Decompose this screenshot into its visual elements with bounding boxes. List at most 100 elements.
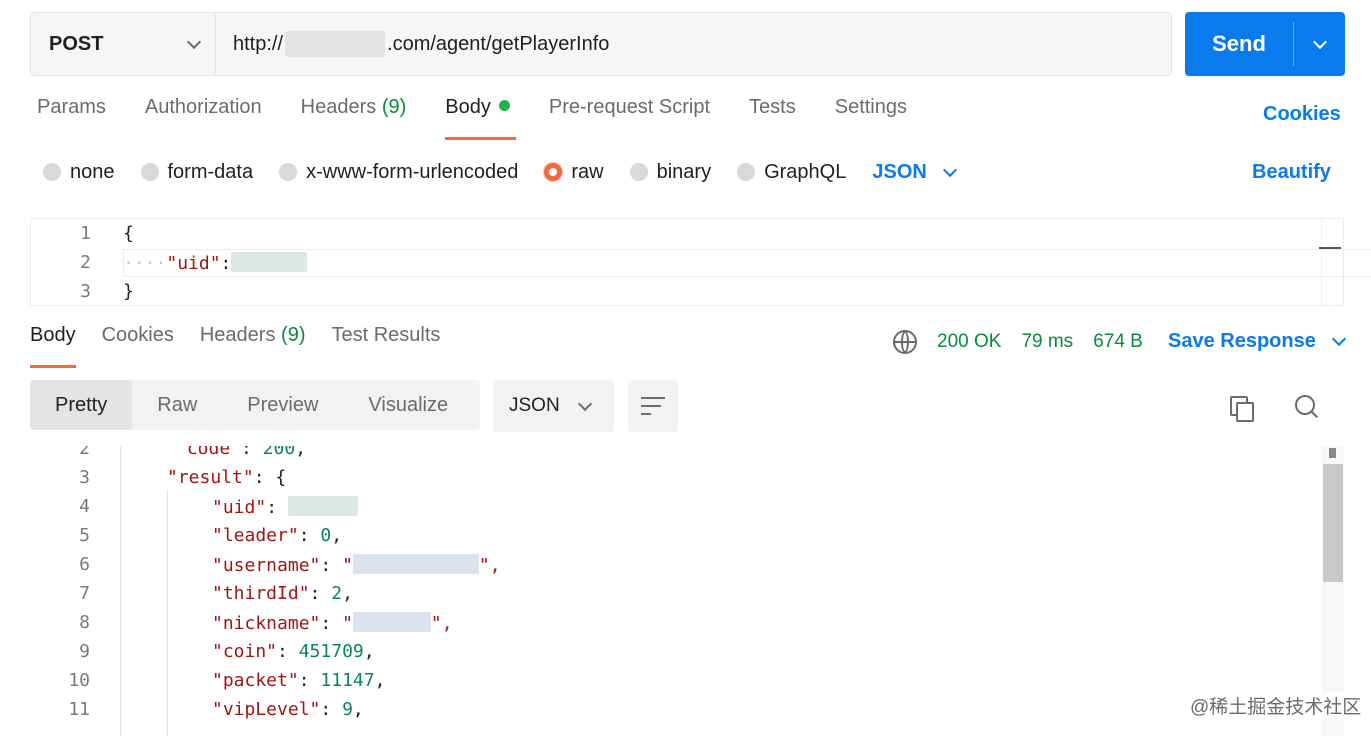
radio-graphql[interactable]: GraphQL — [737, 161, 846, 184]
json-value: { — [275, 467, 287, 488]
tab-authorization[interactable]: Authorization — [145, 96, 262, 140]
line-number: 3 — [80, 281, 91, 302]
line-code: "nickname": " ", — [212, 612, 453, 634]
line-number: 3 — [79, 467, 90, 488]
send-options-button[interactable] — [1294, 12, 1345, 76]
request-tabs: Params Authorization Headers (9) Body Pr… — [37, 96, 946, 140]
view-mode-group: Pretty Raw Preview Visualize — [30, 380, 480, 430]
chevron-down-icon — [577, 396, 593, 411]
scroll-thumb[interactable] — [1323, 464, 1343, 582]
body-status-dot — [498, 100, 510, 111]
wrap-lines-button[interactable] — [628, 380, 678, 432]
json-value: " — [342, 555, 353, 576]
watermark: @稀土掘金技术社区 — [1186, 692, 1366, 719]
url-input[interactable]: http:// .com/agent/getPlayerInfo — [216, 13, 1171, 75]
json-key: "vipLevel" — [212, 699, 321, 720]
json-tail: ", — [478, 555, 501, 576]
tab-params[interactable]: Params — [37, 96, 106, 140]
send-button-group: Send — [1185, 12, 1345, 76]
search-icon[interactable] — [1295, 395, 1319, 421]
chevron-down-icon — [1331, 331, 1346, 347]
body-language-select[interactable]: JSON — [872, 161, 957, 184]
tab-headers[interactable]: Headers (9) — [301, 96, 407, 140]
json-value: 11147 — [320, 670, 375, 691]
line-number: 2 — [80, 252, 91, 273]
view-pretty-button[interactable]: Pretty — [30, 380, 133, 430]
request-url-bar: POST http:// .com/agent/getPlayerInfo — [30, 12, 1172, 76]
globe-icon[interactable] — [893, 330, 917, 354]
line-code: "uid": — [212, 496, 358, 518]
editor-line: 3 } — [31, 281, 1343, 309]
json-key: "result" — [167, 467, 254, 488]
response-format-select[interactable]: JSON — [493, 380, 614, 432]
send-button[interactable]: Send — [1185, 12, 1293, 76]
response-time[interactable]: 79 ms — [1021, 331, 1073, 353]
copy-icon[interactable] — [1230, 396, 1254, 422]
redacted-value — [287, 496, 358, 516]
tab-tests[interactable]: Tests — [749, 96, 796, 140]
redacted-domain — [285, 31, 386, 57]
tab-response-cookies[interactable]: Cookies — [102, 324, 174, 368]
headers-count: (9) — [381, 96, 407, 118]
editor-line: 5 "leader": 0, — [30, 525, 1346, 553]
request-body-editor[interactable]: 1 { 2 ····"uid": 3 } — [30, 218, 1371, 309]
line-number: 7 — [79, 583, 90, 604]
tab-test-results[interactable]: Test Results — [331, 324, 440, 368]
tab-body-label: Body — [445, 96, 491, 118]
beautify-link[interactable]: Beautify — [1252, 161, 1331, 184]
radio-circle — [737, 163, 756, 181]
method-select[interactable]: POST — [31, 13, 216, 75]
editor-line: 8 "nickname": " ", — [30, 612, 1346, 640]
editor-line: 3 "result": { — [30, 467, 1346, 495]
tab-body[interactable]: Body — [445, 96, 516, 140]
view-preview-button[interactable]: Preview — [222, 380, 343, 430]
json-value: " — [342, 613, 353, 634]
tab-response-body[interactable]: Body — [30, 324, 76, 368]
radio-urlencoded[interactable]: x-www-form-urlencoded — [279, 161, 518, 184]
json-key: "coin" — [212, 641, 278, 662]
status-code[interactable]: 200 OK — [937, 331, 1001, 353]
tab-pre-request-script[interactable]: Pre-request Script — [549, 96, 710, 140]
radio-label: x-www-form-urlencoded — [306, 160, 519, 183]
tab-settings[interactable]: Settings — [835, 96, 907, 140]
json-tail: , — [342, 583, 353, 604]
response-body-editor[interactable]: 2 "code": 200, 3 "result": { 4 "uid": 5 … — [30, 446, 1346, 736]
save-response-button[interactable]: Save Response — [1168, 330, 1346, 353]
radio-binary[interactable]: binary — [629, 160, 712, 184]
json-key: "code" — [176, 446, 242, 459]
editor-line: 11 "vipLevel": 9, — [30, 699, 1346, 727]
method-label: POST — [49, 32, 104, 55]
body-type-radios: none form-data x-www-form-urlencoded raw… — [43, 158, 957, 186]
line-code: "result": { — [167, 467, 287, 488]
chevron-down-icon — [942, 162, 957, 177]
radio-none[interactable]: none — [43, 161, 115, 184]
cookies-link[interactable]: Cookies — [1263, 103, 1341, 126]
radio-circle — [140, 163, 159, 181]
radio-label: raw — [571, 160, 604, 183]
line-number: 5 — [79, 525, 90, 546]
json-value: 9 — [342, 699, 353, 720]
response-tabs: Body Cookies Headers (9) Test Results — [30, 324, 466, 368]
radio-raw[interactable]: raw — [544, 160, 604, 184]
line-number: 1 — [80, 223, 91, 244]
line-code: "coin": 451709, — [212, 641, 375, 662]
save-response-label: Save Response — [1168, 330, 1316, 352]
scroll-marker — [1319, 247, 1341, 249]
view-visualize-button[interactable]: Visualize — [343, 380, 473, 430]
json-colon: : — [220, 253, 232, 274]
editor-line: 4 "uid": — [30, 496, 1346, 524]
response-status-bar: 200 OK 79 ms 674 B — [893, 330, 1163, 354]
radio-form-data[interactable]: form-data — [140, 161, 253, 184]
tab-response-headers[interactable]: Headers (9) — [200, 324, 306, 368]
json-value: 200 — [262, 446, 296, 459]
json-value: 0 — [320, 525, 332, 546]
scroll-cap — [1329, 448, 1336, 458]
line-number: 6 — [79, 554, 90, 575]
editor-scrollbar[interactable] — [1321, 219, 1343, 305]
json-value: 451709 — [298, 641, 364, 662]
radio-label: binary — [656, 160, 712, 183]
line-number: 8 — [79, 612, 90, 633]
response-size[interactable]: 674 B — [1093, 331, 1143, 353]
line-number: 11 — [68, 699, 90, 720]
view-raw-button[interactable]: Raw — [132, 380, 222, 430]
